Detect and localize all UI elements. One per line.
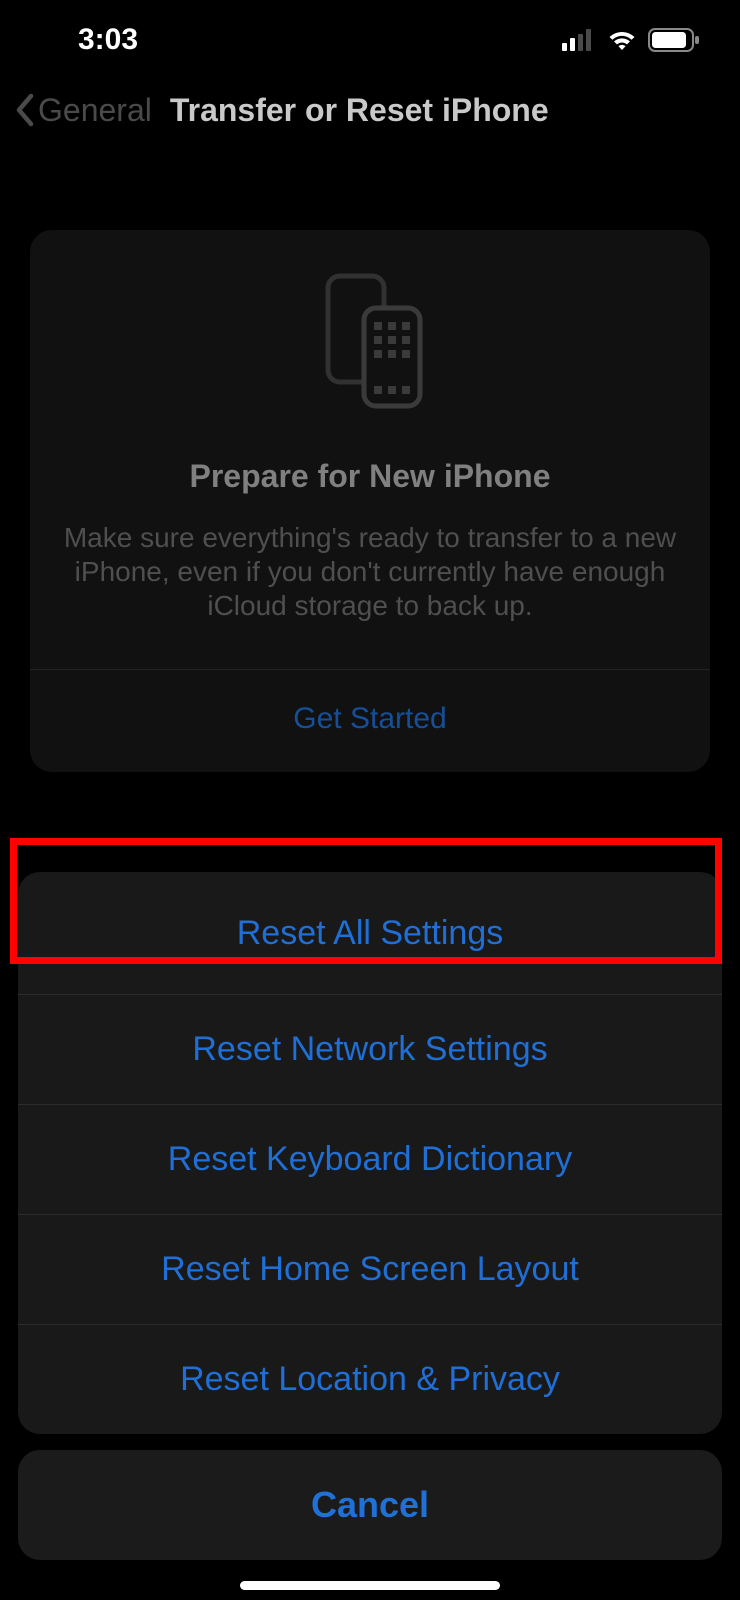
reset-action-sheet: Reset All Settings Reset Network Setting… <box>18 872 722 1560</box>
back-label: General <box>38 92 152 129</box>
card-title: Prepare for New iPhone <box>56 458 684 495</box>
page-title: Transfer or Reset iPhone <box>170 92 549 129</box>
phones-icon <box>56 270 684 410</box>
reset-keyboard-dictionary-button[interactable]: Reset Keyboard Dictionary <box>18 1104 722 1214</box>
status-time: 3:03 <box>78 23 138 57</box>
reset-all-settings-button[interactable]: Reset All Settings <box>18 872 722 994</box>
reset-home-screen-layout-button[interactable]: Reset Home Screen Layout <box>18 1214 722 1324</box>
reset-location-privacy-button[interactable]: Reset Location & Privacy <box>18 1324 722 1434</box>
get-started-button[interactable]: Get Started <box>56 670 684 772</box>
cellular-icon <box>562 29 596 51</box>
back-button[interactable]: General <box>14 92 152 129</box>
card-description: Make sure everything's ready to transfer… <box>56 521 684 623</box>
status-indicators <box>562 28 700 52</box>
battery-icon <box>648 28 700 52</box>
wifi-icon <box>606 28 638 52</box>
reset-network-settings-button[interactable]: Reset Network Settings <box>18 994 722 1104</box>
nav-bar: General Transfer or Reset iPhone <box>0 80 740 140</box>
chevron-left-icon <box>14 93 36 127</box>
home-indicator[interactable] <box>240 1581 500 1590</box>
cancel-button[interactable]: Cancel <box>18 1450 722 1560</box>
status-bar: 3:03 <box>0 0 740 80</box>
prepare-card: Prepare for New iPhone Make sure everyth… <box>30 230 710 772</box>
sheet-group: Reset All Settings Reset Network Setting… <box>18 872 722 1434</box>
